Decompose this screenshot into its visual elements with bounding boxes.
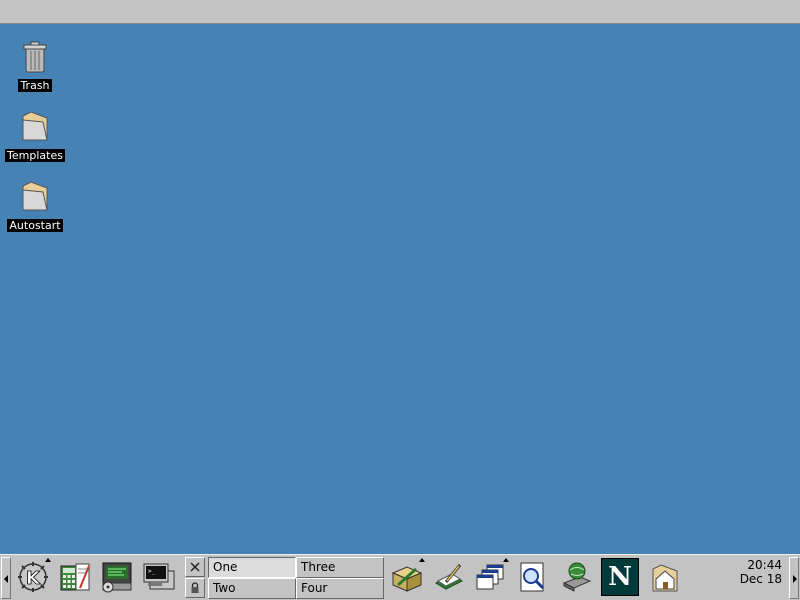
kedit-icon	[434, 564, 464, 590]
terminal-icon: >_	[143, 563, 175, 590]
desktop-button-one[interactable]: One	[208, 557, 296, 578]
desktop-button-two[interactable]: Two	[208, 578, 296, 599]
close-icon	[190, 562, 200, 572]
menu-arrow-icon	[419, 558, 425, 562]
launcher-find-files[interactable]	[514, 557, 552, 597]
menu-arrow-icon	[503, 558, 509, 562]
desktop-label: Four	[301, 581, 328, 595]
panel-hide-right-button[interactable]	[789, 557, 799, 599]
kfind-icon	[520, 562, 545, 592]
launcher-home[interactable]	[646, 557, 684, 597]
desktop-icon-autostart[interactable]: Autostart	[0, 180, 70, 233]
top-menu-bar	[0, 0, 800, 24]
k-menu-icon: K	[18, 562, 48, 592]
launcher-control-center[interactable]	[98, 557, 136, 597]
folder-icon	[22, 111, 48, 141]
clock-time: 20:44	[747, 558, 782, 572]
panel-hide-left-button[interactable]	[1, 557, 11, 599]
launcher-netscape[interactable]: N	[601, 557, 639, 597]
desktop-icon-label: Trash	[18, 79, 52, 92]
trash-icon	[23, 41, 47, 73]
launcher-terminal[interactable]: >_	[140, 557, 178, 597]
calculator-editor-icon	[60, 563, 90, 591]
launcher-package-manager[interactable]	[388, 557, 426, 597]
lock-screen-button[interactable]	[185, 578, 205, 598]
desktop-button-three[interactable]: Three	[296, 557, 384, 578]
package-manager-icon	[391, 566, 423, 592]
netscape-letter: N	[608, 562, 632, 592]
desktop-icon-label: Templates	[5, 149, 65, 162]
desktop-label: Three	[301, 560, 336, 574]
logout-button[interactable]	[185, 557, 205, 577]
svg-text:>_: >_	[148, 568, 156, 575]
control-center-icon	[102, 562, 132, 593]
folder-icon	[22, 181, 48, 211]
network-drive-icon	[562, 562, 592, 592]
svg-text:K: K	[26, 568, 41, 589]
desktop-icon-label: Autostart	[7, 219, 63, 232]
desktop-icon-templates[interactable]: Templates	[0, 110, 70, 163]
launcher-text-editor[interactable]	[430, 557, 468, 597]
launcher-calculator[interactable]	[56, 557, 94, 597]
desktop-icon-trash[interactable]: Trash	[0, 40, 70, 93]
kde-panel: K >_ One Two Three Four N 20:44 Dec 18	[0, 554, 800, 600]
desktop-label: One	[213, 560, 238, 574]
clock[interactable]: 20:44 Dec 18	[722, 558, 782, 586]
desktop-label: Two	[213, 581, 236, 595]
netscape-icon: N	[601, 558, 639, 596]
desktop-button-four[interactable]: Four	[296, 578, 384, 599]
home-folder-icon	[652, 564, 678, 592]
desktop[interactable]: Trash Templates Autostart	[0, 24, 800, 554]
k-menu-button[interactable]: K	[14, 557, 52, 597]
launcher-network[interactable]	[558, 557, 596, 597]
lock-icon	[191, 582, 199, 593]
windows-list-icon	[476, 564, 504, 590]
clock-date: Dec 18	[739, 572, 782, 586]
launcher-windows-list[interactable]	[472, 557, 510, 597]
menu-arrow-icon	[45, 558, 51, 562]
